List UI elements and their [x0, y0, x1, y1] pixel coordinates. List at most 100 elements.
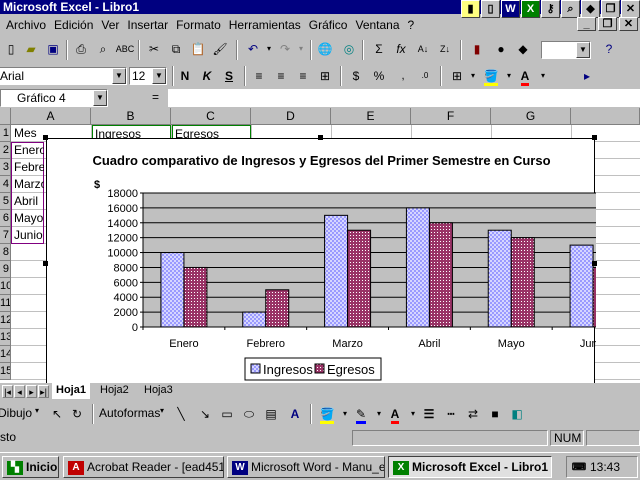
menu-help[interactable]: ? — [405, 18, 420, 32]
font-size-select[interactable]: 12 ▼ — [129, 67, 167, 85]
autoshapes-menu-button[interactable]: Autoformas — [99, 406, 160, 420]
column-header[interactable]: A — [11, 108, 91, 125]
cell-a3[interactable]: Febrero — [12, 159, 44, 175]
drawing-icon[interactable]: ◆ — [512, 38, 534, 60]
oval-icon[interactable]: ⬭ — [238, 403, 260, 425]
3d-icon[interactable]: ◧ — [506, 403, 528, 425]
percent-icon[interactable]: % — [368, 65, 390, 87]
column-header[interactable] — [571, 108, 640, 125]
select-all-corner[interactable] — [0, 108, 11, 125]
copy-icon[interactable]: ⧉ — [165, 38, 187, 60]
row-header[interactable]: 13 — [0, 329, 11, 346]
font-select[interactable]: Arial ▼ — [0, 67, 127, 85]
select-objects-icon[interactable]: ↖ — [46, 403, 68, 425]
underline-button[interactable]: S — [218, 65, 240, 87]
cell-a6[interactable]: Mayo — [12, 210, 44, 226]
dash-style-icon[interactable]: ┅ — [440, 403, 462, 425]
tray-icon[interactable]: ⌨ — [571, 461, 587, 475]
row-header[interactable]: 14 — [0, 346, 11, 363]
line-style-icon[interactable]: ☰ — [418, 403, 440, 425]
row-header[interactable]: 1 — [0, 125, 11, 142]
office-assistant-icon[interactable]: ? — [598, 38, 620, 60]
chevron-down-icon[interactable]: ▾ — [532, 65, 554, 87]
free-rotate-icon[interactable]: ↻ — [66, 403, 88, 425]
row-header[interactable]: 9 — [0, 261, 11, 278]
chart-wizard-icon[interactable]: ▮ — [466, 38, 488, 60]
rectangle-icon[interactable]: ▭ — [216, 403, 238, 425]
column-header[interactable]: E — [331, 108, 411, 125]
format-painter-icon[interactable]: 🖌 — [209, 38, 231, 60]
last-sheet-icon[interactable]: ▸| — [38, 385, 49, 398]
first-sheet-icon[interactable]: |◂ — [2, 385, 13, 398]
arrow-icon[interactable]: ↘ — [194, 403, 216, 425]
column-header[interactable]: F — [411, 108, 491, 125]
chevron-down-icon[interactable]: ▾ — [35, 406, 39, 415]
cut-icon[interactable]: ✂ — [143, 38, 165, 60]
chevron-down-icon[interactable]: ▼ — [576, 42, 590, 58]
spelling-icon[interactable]: ABC — [114, 38, 136, 60]
resize-handle[interactable] — [43, 261, 48, 266]
save-icon[interactable]: ▣ — [42, 38, 64, 60]
task-excel[interactable]: X Microsoft Excel - Libro1 — [388, 456, 552, 478]
more-buttons-icon[interactable]: ▸ — [576, 65, 598, 87]
sort-descending-icon[interactable]: Z↓ — [434, 38, 456, 60]
merge-center-icon[interactable]: ⊞ — [314, 65, 336, 87]
menu-ver[interactable]: Ver — [98, 18, 124, 32]
column-header[interactable]: G — [491, 108, 571, 125]
column-header[interactable]: B — [91, 108, 171, 125]
align-right-icon[interactable]: ≡ — [292, 65, 314, 87]
menu-edicion[interactable]: Edición — [51, 18, 98, 32]
prev-sheet-icon[interactable]: ◂ — [14, 385, 25, 398]
embedded-chart[interactable]: Cuadro comparativo de Ingresos y Egresos… — [46, 138, 596, 385]
arrow-style-icon[interactable]: ⇄ — [462, 403, 484, 425]
autosum-icon[interactable]: Σ — [368, 38, 390, 60]
new-icon[interactable]: ▯ — [0, 38, 22, 60]
print-icon[interactable]: ⎙ — [70, 38, 92, 60]
row-header[interactable]: 2 — [0, 142, 11, 159]
menu-insertar[interactable]: Insertar — [124, 18, 173, 32]
chevron-down-icon[interactable]: ▾ — [160, 406, 164, 415]
name-box[interactable]: Gráfico 4 ▼ — [0, 89, 108, 107]
line-icon[interactable]: ╲ — [170, 403, 192, 425]
menu-archivo[interactable]: Archivo — [0, 18, 51, 32]
chevron-down-icon[interactable]: ▼ — [152, 68, 166, 84]
restore-icon[interactable]: ❐ — [598, 17, 617, 31]
next-sheet-icon[interactable]: ▸ — [26, 385, 37, 398]
resize-handle[interactable] — [592, 135, 597, 140]
sheet-tab-hoja3[interactable]: Hoja3 — [140, 383, 177, 399]
redo-dropdown-icon[interactable]: ▾ — [290, 38, 312, 60]
row-header[interactable]: 4 — [0, 176, 11, 193]
row-header[interactable]: 7 — [0, 227, 11, 244]
insert-hyperlink-icon[interactable]: 🌐 — [314, 38, 336, 60]
menu-herramientas[interactable]: Herramientas — [226, 18, 306, 32]
menu-formato[interactable]: Formato — [173, 18, 226, 32]
chevron-down-icon[interactable]: ▼ — [93, 90, 107, 106]
web-toolbar-icon[interactable]: ◎ — [338, 38, 360, 60]
minimize-icon[interactable]: _ — [577, 17, 596, 31]
resize-handle[interactable] — [43, 135, 48, 140]
row-header[interactable]: 12 — [0, 312, 11, 329]
function-icon[interactable]: fx — [390, 38, 412, 60]
shadow-icon[interactable]: ■ — [484, 403, 506, 425]
bold-button[interactable]: N — [174, 65, 196, 87]
cell-a2[interactable]: Enero — [12, 142, 44, 158]
italic-button[interactable]: K — [196, 65, 218, 87]
resize-handle[interactable] — [318, 135, 323, 140]
paste-icon[interactable]: 📋 — [187, 38, 209, 60]
row-header[interactable]: 5 — [0, 193, 11, 210]
cell-a4[interactable]: Marzo — [12, 176, 44, 192]
wordart-icon[interactable]: A — [284, 403, 306, 425]
row-header[interactable]: 10 — [0, 278, 11, 295]
menu-ventana[interactable]: Ventana — [352, 18, 404, 32]
cell-a7[interactable]: Junio — [12, 227, 44, 243]
task-acrobat[interactable]: A Acrobat Reader - [ead451-... — [63, 456, 224, 478]
column-header[interactable]: C — [171, 108, 251, 125]
close-icon[interactable]: ✕ — [619, 17, 638, 31]
map-icon[interactable]: ● — [490, 38, 512, 60]
sheet-tab-hoja2[interactable]: Hoja2 — [96, 383, 133, 399]
open-icon[interactable]: ▰ — [20, 38, 42, 60]
formula-input[interactable] — [168, 89, 640, 107]
align-left-icon[interactable]: ≡ — [248, 65, 270, 87]
row-header[interactable]: 6 — [0, 210, 11, 227]
start-button[interactable]: ▚ Inicio — [2, 456, 59, 478]
